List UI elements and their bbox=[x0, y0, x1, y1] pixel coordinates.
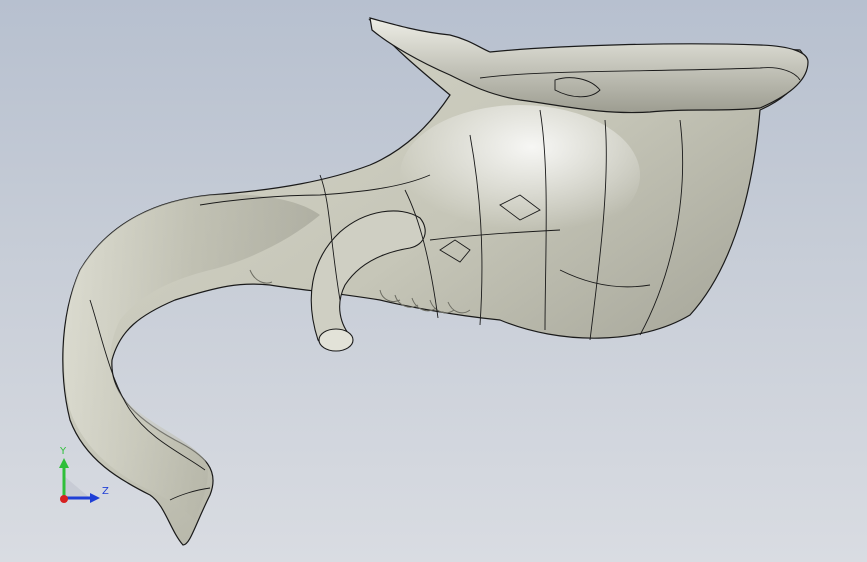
body-highlight bbox=[400, 105, 640, 245]
3d-model-render[interactable] bbox=[0, 0, 867, 562]
y-axis-arrowhead bbox=[59, 458, 69, 468]
z-axis-arrowhead bbox=[90, 493, 100, 503]
x-axis-dot bbox=[60, 495, 68, 503]
orientation-triad: Y Z bbox=[59, 446, 109, 503]
z-axis-label: Z bbox=[102, 486, 109, 497]
model-rim bbox=[369, 17, 809, 114]
tusk-tip bbox=[318, 328, 354, 352]
graphics-viewport[interactable]: Y Z bbox=[0, 0, 867, 562]
y-axis-label: Y bbox=[59, 446, 67, 457]
triad-plane-icon bbox=[64, 476, 90, 498]
